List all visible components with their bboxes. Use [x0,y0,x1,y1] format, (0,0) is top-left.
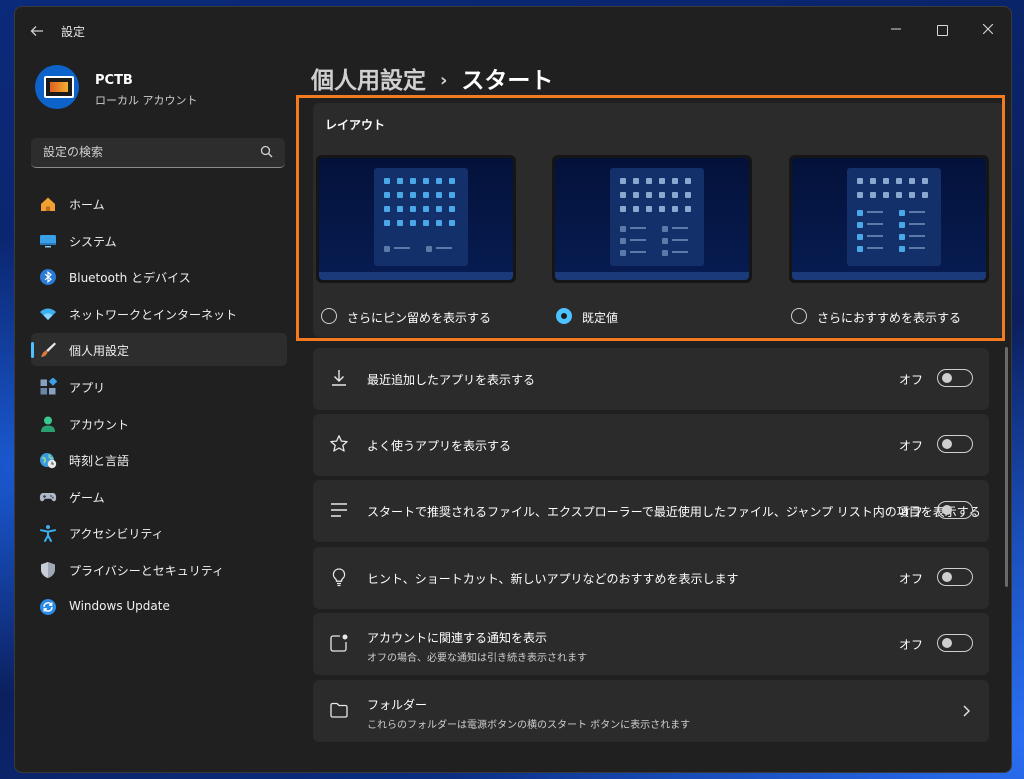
toggle-state: オフ [898,638,923,652]
sidebar-item-label: 個人用設定 [69,344,130,359]
sidebar-item-label: Bluetooth とデバイス [69,271,191,286]
setting-account-notifications[interactable]: アカウントに関連する通知を表示 オフの場合、必要な通知は引き続き表示されます オ… [313,613,989,675]
scrollbar[interactable] [1005,347,1008,587]
toggle-switch[interactable] [937,369,973,387]
toggle-state: オフ [898,572,923,586]
sidebar-item-home[interactable]: ホーム [31,187,287,220]
star-icon [330,435,348,452]
search-input[interactable] [41,144,255,160]
download-icon [332,370,346,386]
globe-clock-icon [40,453,57,469]
setting-title: スタートで推奨されるファイル、エクスプローラーで最近使用したファイル、ジャンプ … [367,505,981,519]
toggle-switch[interactable] [937,501,973,519]
accessibility-icon [40,525,56,543]
setting-most-used-apps[interactable]: よく使うアプリを表示する オフ [313,414,989,476]
notification-icon [330,634,348,652]
setting-recently-added-apps[interactable]: 最近追加したアプリを表示する オフ [313,348,989,410]
sidebar-item-time-language[interactable]: 時刻と言語 [31,443,287,476]
minimize-icon [891,28,901,30]
person-icon [41,416,55,432]
sidebar-item-label: システム [69,234,117,249]
sidebar-item-label: アカウント [69,417,130,432]
breadcrumb-parent[interactable]: 個人用設定 [311,68,426,94]
sidebar-item-privacy[interactable]: プライバシーとセキュリティ [31,553,287,586]
list-icon [331,503,347,517]
monitor-icon [40,234,56,248]
minimize-button[interactable] [873,15,919,45]
breadcrumb-separator: › [440,70,448,91]
toggle-state: オフ [898,439,923,453]
setting-recommended-files[interactable]: スタートで推奨されるファイル、エクスプローラーで最近使用したファイル、ジャンプ … [313,480,989,542]
sidebar-item-bluetooth[interactable]: Bluetooth とデバイス [31,260,287,293]
setting-title: 最近追加したアプリを表示する [367,373,536,387]
setting-folders[interactable]: フォルダー これらのフォルダーは電源ボタンの横のスタート ボタンに表示されます [313,680,989,742]
sidebar-item-accessibility[interactable]: アクセシビリティ [31,516,287,549]
sidebar-item-system[interactable]: システム [31,224,287,257]
gamepad-icon [39,492,57,502]
update-icon [40,598,56,615]
close-button[interactable] [965,15,1011,45]
highlight-frame [296,95,1005,341]
sidebar-item-label: アプリ [69,380,106,395]
sidebar-item-apps[interactable]: アプリ [31,370,287,403]
setting-description: これらのフォルダーは電源ボタンの横のスタート ボタンに表示されます [367,720,691,731]
sidebar-item-label: アクセシビリティ [69,527,164,542]
brush-icon [41,342,56,358]
sidebar-item-windows-update[interactable]: Windows Update [31,590,287,623]
setting-title: アカウントに関連する通知を表示 [367,631,548,645]
toggle-state: オフ [898,373,923,387]
setting-description: オフの場合、必要な通知は引き続き表示されます [367,653,587,664]
bluetooth-icon [40,269,56,286]
breadcrumb: 個人用設定 › スタート [311,61,553,95]
arrow-left-icon [30,26,43,36]
title-bar: 設定 [15,7,1011,53]
sidebar-item-label: プライバシーとセキュリティ [69,563,225,578]
search-icon[interactable] [259,144,275,160]
account-type: ローカル アカウント [95,94,198,107]
sidebar-nav: ホーム システム Bluetooth とデバイス ネットワークとインターネット … [31,187,287,626]
avatar[interactable] [35,65,79,109]
settings-window: 設定 PCTB ローカル アカウント ホーム システム Bluetooth とデ… [14,6,1012,773]
search-box [31,138,285,168]
sidebar-item-label: Windows Update [69,598,170,613]
setting-title: フォルダー [367,698,428,712]
maximize-button[interactable] [919,15,965,45]
chevron-right-icon[interactable] [961,701,973,721]
setting-tips-recommendations[interactable]: ヒント、ショートカット、新しいアプリなどのおすすめを表示します オフ [313,547,989,609]
home-icon [41,197,55,211]
back-button[interactable] [27,21,47,41]
sidebar-item-accounts[interactable]: アカウント [31,407,287,440]
user-name: PCTB [95,73,133,88]
shield-icon [41,561,55,578]
sidebar-item-label: ゲーム [69,490,105,505]
maximize-icon [936,24,948,36]
toggle-switch[interactable] [937,568,973,586]
sidebar-item-label: ホーム [69,198,105,212]
active-indicator [31,342,34,359]
setting-title: よく使うアプリを表示する [367,439,512,453]
setting-title: ヒント、ショートカット、新しいアプリなどのおすすめを表示します [367,572,739,586]
sidebar-item-network[interactable]: ネットワークとインターネット [31,297,287,330]
sidebar-item-label: ネットワークとインターネット [69,307,238,322]
close-icon [982,23,994,35]
toggle-switch[interactable] [937,435,973,453]
app-title: 設定 [61,25,86,39]
sidebar-item-label: 時刻と言語 [69,454,130,469]
wifi-icon [40,308,56,320]
toggle-switch[interactable] [937,634,973,652]
folder-icon [330,702,348,718]
lightbulb-icon [332,568,346,587]
sidebar-item-personalization[interactable]: 個人用設定 [31,333,287,367]
page-title: スタート [461,68,554,94]
apps-icon [40,377,57,395]
toggle-state: オフ [898,505,923,519]
sidebar-item-gaming[interactable]: ゲーム [31,480,287,513]
